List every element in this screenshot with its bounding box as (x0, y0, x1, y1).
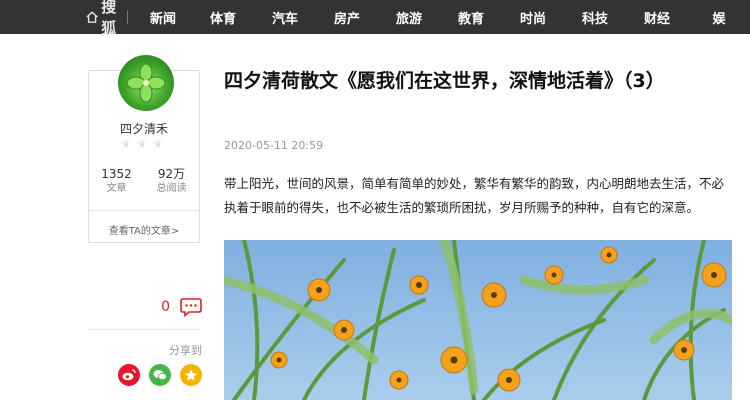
comment-row[interactable]: 0 (148, 296, 202, 318)
nav-item-travel[interactable]: 旅游 (378, 8, 440, 27)
badge-icon: ♕ (137, 140, 147, 150)
article-date: 2020-05-11 20:59 (224, 139, 324, 152)
views-label: 总阅读 (156, 183, 187, 194)
articles-label: 文章 (106, 183, 127, 194)
article-title: 四夕清荷散文《愿我们在这世界，深情地活着》（3） (224, 70, 665, 92)
author-card: 四夕清禾 ♕ ♕ ♕ 1352 文章 92万 总阅读 查看TA的文章> (88, 55, 200, 243)
nav-item-news[interactable]: 新闻 (134, 8, 192, 27)
wechat-share-icon[interactable] (149, 364, 171, 386)
author-badges: ♕ ♕ ♕ (120, 140, 164, 150)
nav-item-sports[interactable]: 体育 (192, 8, 254, 27)
nav-item-auto[interactable]: 汽车 (254, 8, 316, 27)
sohu-logo[interactable]: 搜狐 (86, 0, 127, 37)
badge-icon: ♕ (153, 140, 163, 150)
nav-item-fashion[interactable]: 时尚 (502, 8, 564, 27)
home-icon (86, 11, 98, 23)
comment-count: 0 (161, 299, 170, 315)
share-icons (118, 364, 202, 386)
cosmos-flowers-image (224, 240, 732, 400)
articles-count: 1352 (101, 167, 132, 181)
badge-icon: ♕ (121, 140, 131, 150)
article-paragraph: 带上阳光，世间的风景，简单有简单的妙处，繁华有繁华的韵致，内心明朗地去生活，不必… (224, 176, 725, 215)
sidebar-divider (88, 329, 200, 330)
article-photo (224, 240, 732, 400)
avatar[interactable] (118, 55, 174, 111)
share-label: 分享到 (169, 344, 202, 357)
nav-item-tech[interactable]: 科技 (564, 8, 626, 27)
top-nav-bar: 搜狐 新闻 体育 汽车 房产 旅游 教育 时尚 科技 财经 娱 (0, 0, 750, 37)
channel-nav: 新闻 体育 汽车 房产 旅游 教育 时尚 科技 财经 娱 (134, 0, 750, 34)
stat-views: 92万 总阅读 (144, 167, 199, 196)
card-divider (89, 210, 199, 211)
nav-item-finance[interactable]: 财经 (626, 8, 688, 27)
author-name[interactable]: 四夕清禾 (89, 120, 199, 137)
wechat-icon (153, 370, 167, 381)
stat-articles: 1352 文章 (89, 167, 144, 196)
view-author-articles-link[interactable]: 查看TA的文章> (89, 222, 199, 237)
nav-item-education[interactable]: 教育 (440, 8, 502, 27)
weibo-icon (122, 369, 136, 381)
star-icon (184, 369, 198, 381)
author-stats: 1352 文章 92万 总阅读 (89, 167, 199, 196)
comment-icon[interactable] (180, 297, 202, 317)
qzone-share-icon[interactable] (180, 364, 202, 386)
logo-text: 搜狐 (101, 0, 117, 37)
views-count: 92万 (157, 167, 186, 181)
nav-item-realestate[interactable]: 房产 (316, 8, 378, 27)
nav-divider (127, 10, 128, 24)
clover-avatar-image (126, 63, 166, 103)
weibo-share-icon[interactable] (118, 364, 140, 386)
nav-item-entertainment[interactable]: 娱 (688, 8, 750, 27)
